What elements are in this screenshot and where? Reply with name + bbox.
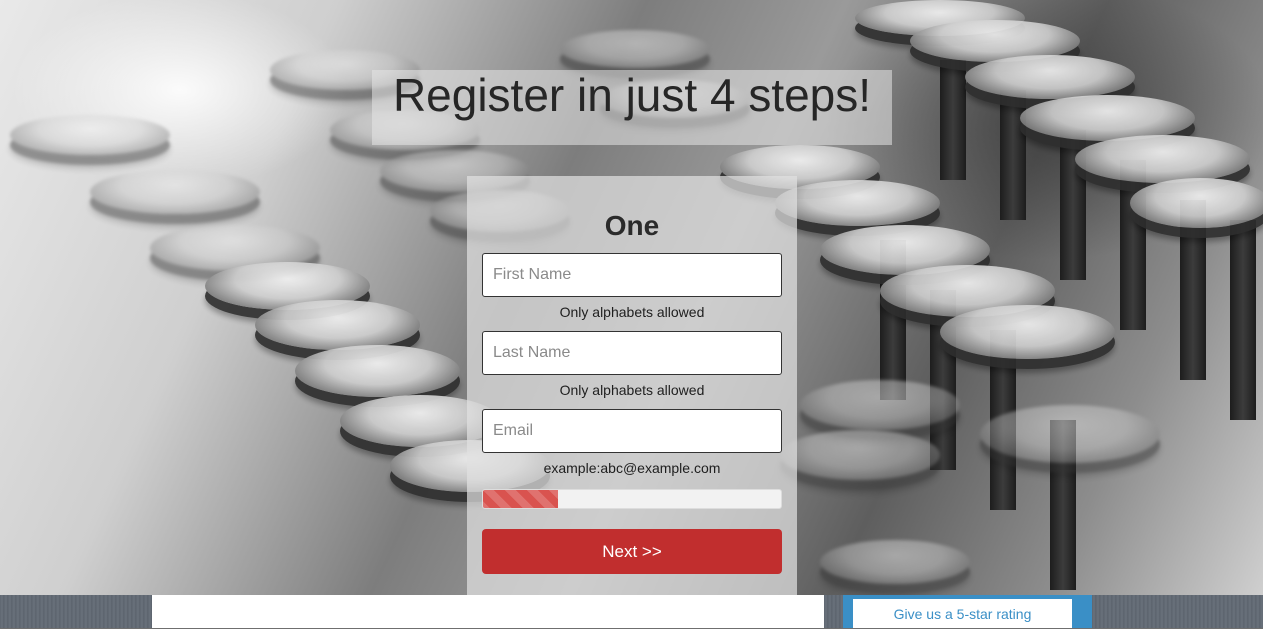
email-hint: example:abc@example.com — [543, 460, 721, 476]
email-input[interactable] — [482, 409, 782, 453]
last-name-input[interactable] — [482, 331, 782, 375]
first-name-input[interactable] — [482, 253, 782, 297]
progress-bar — [482, 489, 782, 509]
next-button[interactable]: Next >> — [482, 529, 782, 574]
last-name-hint: Only alphabets allowed — [559, 382, 705, 398]
title-banner: Register in just 4 steps! — [372, 70, 892, 145]
first-name-hint: Only alphabets allowed — [559, 304, 705, 320]
progress-fill — [483, 490, 558, 508]
rate-us-button[interactable]: Give us a 5-star rating — [853, 599, 1072, 628]
page-title: Register in just 4 steps! — [392, 69, 872, 121]
step-heading: One — [604, 210, 660, 241]
registration-form: One Only alphabets allowed Only alphabet… — [467, 176, 797, 595]
footer-content-area — [152, 595, 824, 628]
rating-banner: Give us a 5-star rating — [843, 595, 1092, 628]
